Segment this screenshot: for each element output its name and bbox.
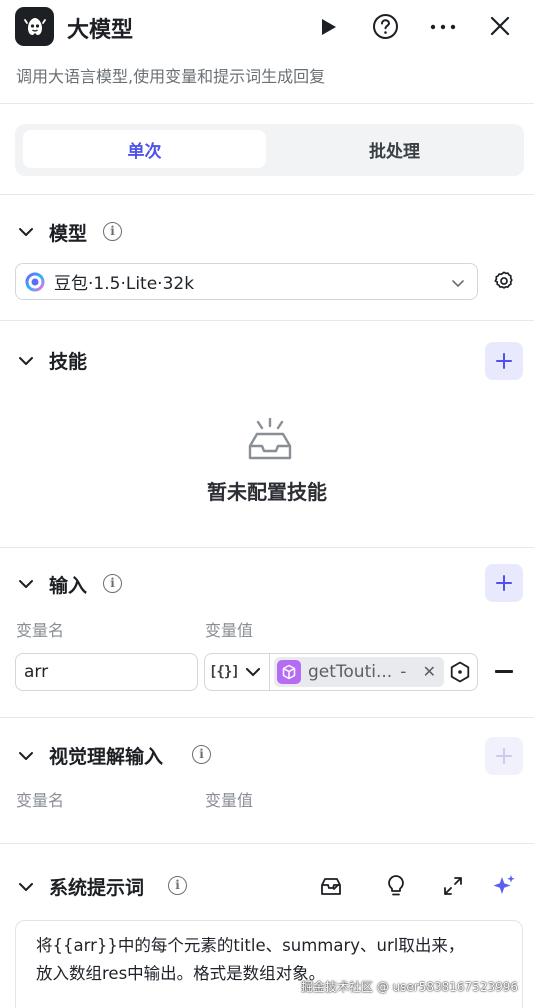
chevron-down-icon — [451, 275, 465, 294]
remove-row-icon[interactable] — [495, 670, 513, 673]
chevron-down-icon[interactable] — [18, 353, 34, 373]
chevron-down-icon — [245, 668, 260, 677]
expand-icon[interactable] — [442, 875, 464, 897]
section-title-system-prompt: 系统提示词 — [49, 877, 145, 899]
add-input-button[interactable] — [485, 564, 523, 602]
info-icon[interactable]: i — [103, 222, 122, 241]
prompt-line: 放入数组res中输出。格式是数组对象。 — [36, 964, 326, 983]
doubao-logo-icon — [25, 272, 45, 292]
add-visual-input-button[interactable] — [485, 737, 523, 775]
col-label-value: 变量值 — [205, 791, 254, 810]
divider — [0, 717, 534, 718]
variable-name-input[interactable]: arr — [15, 653, 198, 691]
close-icon[interactable] — [488, 14, 512, 38]
model-select[interactable]: 豆包·1.5·Lite·32k — [15, 263, 478, 300]
node-title[interactable]: 大模型 — [67, 12, 133, 44]
reference-suffix: - — [400, 662, 407, 682]
variable-reference-tag[interactable]: getTouti... - ✕ — [274, 657, 444, 687]
remove-tag-icon[interactable]: ✕ — [423, 662, 436, 681]
chevron-down-icon[interactable] — [18, 879, 34, 899]
divider — [0, 103, 534, 104]
col-label-name: 变量名 — [16, 791, 65, 810]
model-name: 豆包·1.5·Lite·32k — [54, 274, 195, 294]
plus-icon — [496, 748, 512, 764]
variable-picker-icon[interactable] — [448, 660, 472, 684]
settings-icon[interactable] — [493, 270, 515, 292]
info-icon[interactable]: i — [168, 876, 187, 895]
prompt-library-icon[interactable] — [319, 875, 343, 897]
more-icon[interactable] — [429, 15, 457, 39]
plus-icon — [496, 353, 512, 369]
col-label-name: 变量名 — [16, 621, 65, 640]
divider — [0, 320, 534, 321]
run-icon[interactable] — [316, 15, 340, 39]
info-icon[interactable]: i — [192, 745, 211, 764]
chevron-down-icon[interactable] — [18, 576, 34, 596]
section-title-model: 模型 — [49, 223, 88, 245]
col-label-value: 变量值 — [205, 621, 254, 640]
plus-icon — [496, 575, 512, 591]
tab-single[interactable]: 单次 — [23, 130, 266, 168]
skills-empty-text: 暂未配置技能 — [207, 480, 327, 504]
type-select[interactable]: [{}] — [205, 654, 270, 690]
divider — [0, 194, 534, 195]
lightbulb-icon[interactable] — [385, 874, 407, 898]
node-ref-icon — [277, 660, 301, 684]
section-title-skills: 技能 — [49, 351, 88, 373]
section-title-input: 输入 — [49, 575, 88, 597]
divider — [0, 843, 534, 844]
help-icon[interactable] — [372, 13, 399, 40]
section-title-visual-input: 视觉理解输入 — [49, 746, 164, 768]
mode-tabs: 单次 批处理 — [15, 124, 524, 176]
reference-name: getTouti... — [308, 662, 393, 682]
prompt-line: 将{{arr}}中的每个元素的title、summary、url取出来， — [36, 936, 465, 955]
variable-value-field[interactable]: [{}] getTouti... - ✕ — [204, 653, 478, 691]
node-logo-icon — [15, 7, 54, 46]
info-icon[interactable]: i — [103, 574, 122, 593]
ai-sparkle-icon[interactable] — [491, 873, 517, 899]
chevron-down-icon[interactable] — [18, 224, 34, 244]
empty-inbox-icon — [247, 417, 293, 462]
watermark: 掘金技术社区 @ user5838167523996 — [300, 980, 518, 994]
node-description: 调用大语言模型,使用变量和提示词生成回复 — [16, 67, 326, 86]
divider — [0, 547, 534, 548]
chevron-down-icon[interactable] — [18, 748, 34, 768]
add-skill-button[interactable] — [485, 342, 523, 380]
array-object-icon: [{}] — [209, 664, 240, 680]
tab-batch[interactable]: 批处理 — [273, 130, 516, 168]
